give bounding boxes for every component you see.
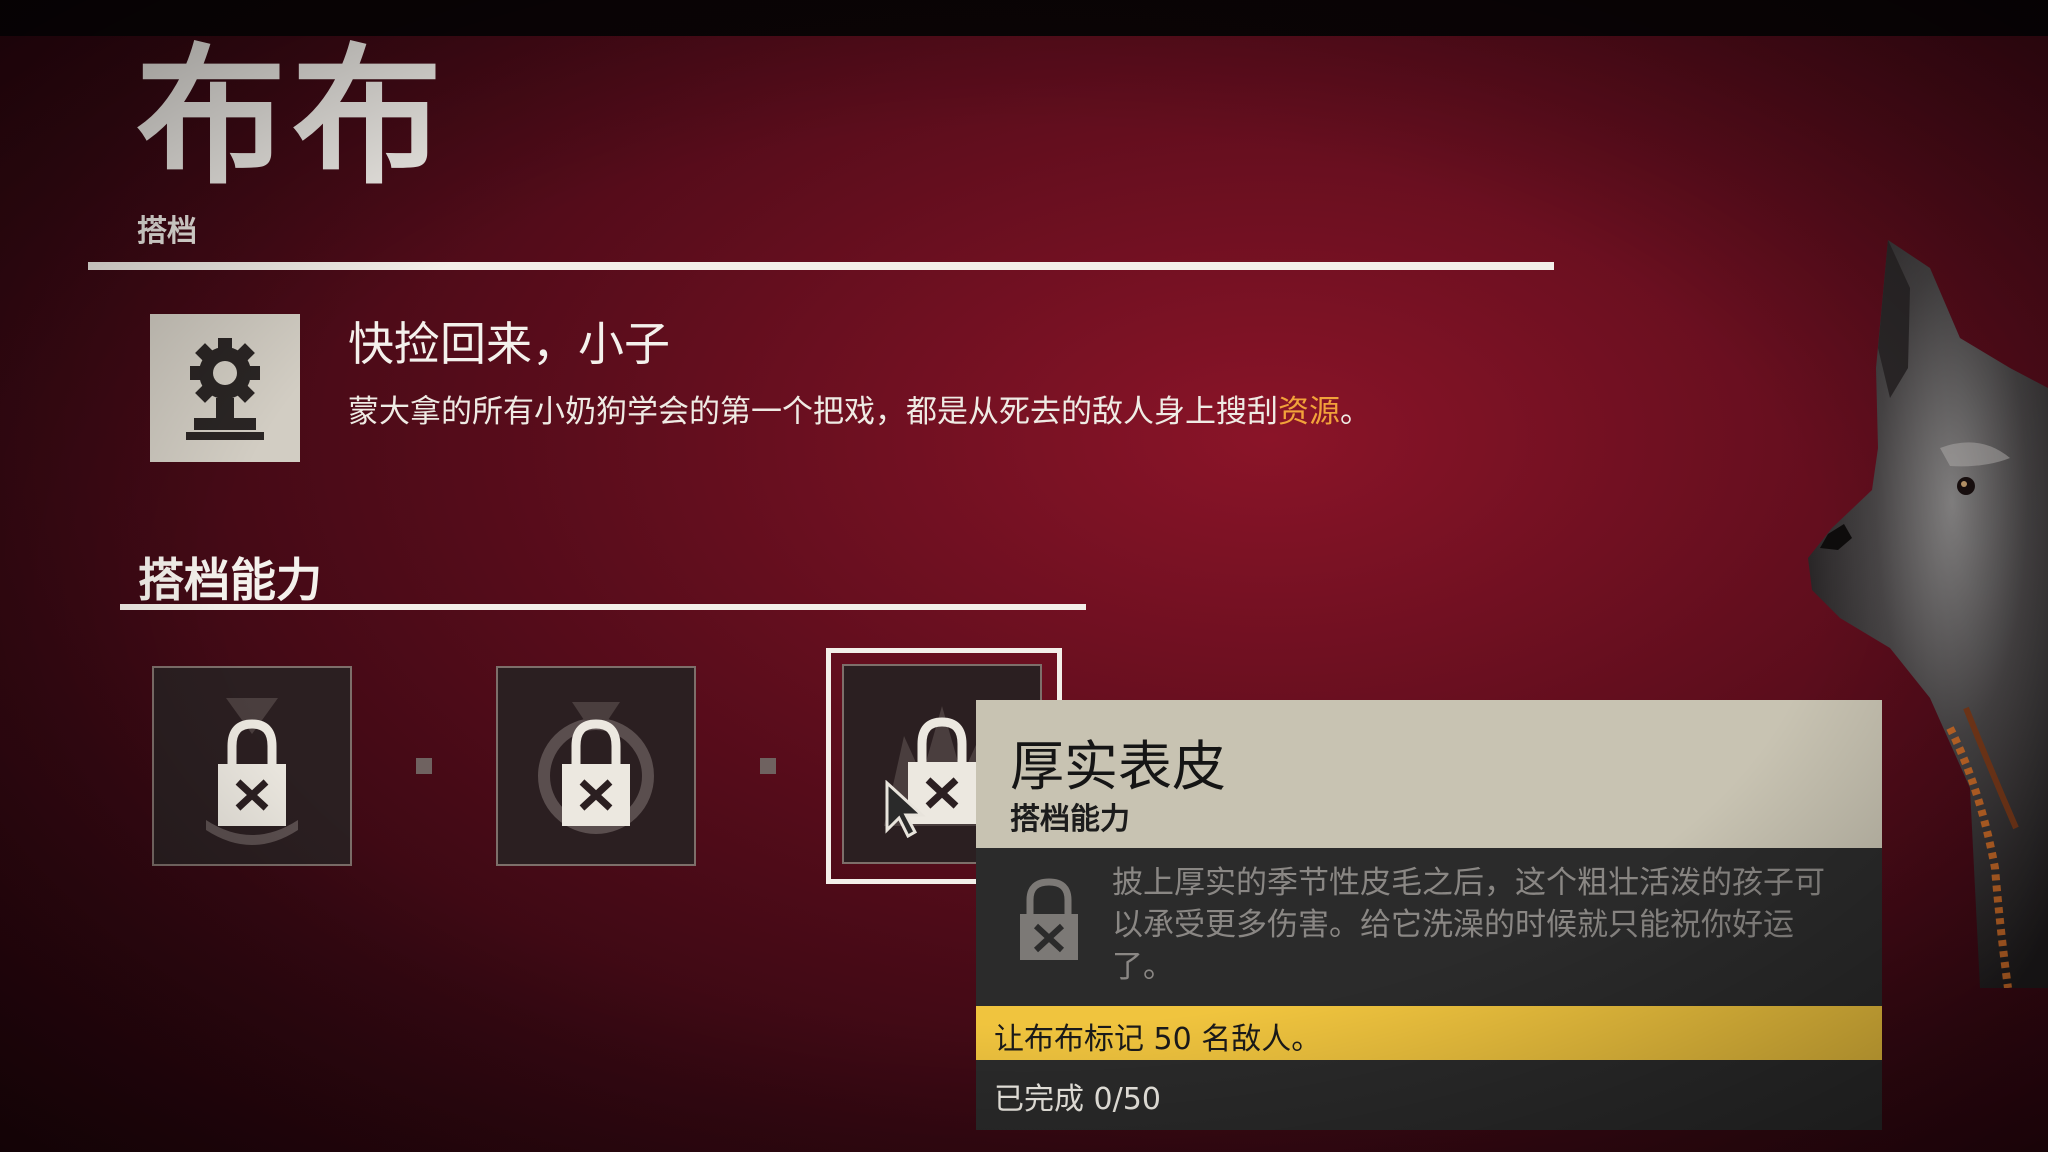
tooltip-requirement: 让布布标记 50 名敌人。 bbox=[976, 1006, 1882, 1060]
tooltip-ability-name: 厚实表皮 bbox=[1010, 735, 1226, 798]
resource-highlight: 资源 bbox=[1278, 394, 1340, 430]
ability-tooltip: 厚实表皮 搭档能力 披上厚实的季节性皮毛之后，这个粗壮活泼的孩子可以承受更多伤害… bbox=[976, 700, 1882, 1130]
tooltip-body: 披上厚实的季节性皮毛之后，这个粗壮活泼的孩子可以承受更多伤害。给它洗澡的时候就只… bbox=[976, 848, 1882, 1006]
header-divider bbox=[88, 262, 1554, 270]
gear-person-icon bbox=[150, 314, 300, 462]
ability-slot-1[interactable] bbox=[152, 666, 352, 866]
perk-title: 快捡回来，小子 bbox=[348, 317, 670, 371]
companion-category: 搭档 bbox=[137, 214, 197, 249]
perk-description: 蒙大拿的所有小奶狗学会的第一个把戏，都是从死去的敌人身上搜刮资源。 bbox=[348, 394, 1371, 430]
ability-slot-2[interactable] bbox=[496, 666, 696, 866]
tooltip-header: 厚实表皮 搭档能力 bbox=[976, 700, 1882, 848]
companion-name: 布布 bbox=[136, 31, 449, 205]
slot-connector-dot bbox=[416, 758, 432, 774]
mouse-cursor-icon bbox=[884, 779, 928, 844]
locked-ability-icon bbox=[562, 719, 630, 826]
tooltip-ability-type: 搭档能力 bbox=[1010, 802, 1130, 837]
slot-connector-dot bbox=[760, 758, 776, 774]
abilities-section-title: 搭档能力 bbox=[138, 553, 322, 607]
locked-ability-icon bbox=[218, 719, 286, 826]
tooltip-progress: 已完成 0/50 bbox=[976, 1060, 1882, 1130]
lock-x-icon bbox=[1014, 876, 1084, 966]
abilities-divider bbox=[120, 604, 1086, 610]
companion-dog-portrait bbox=[1780, 228, 2048, 992]
tooltip-description: 披上厚实的季节性皮毛之后，这个粗壮活泼的孩子可以承受更多伤害。给它洗澡的时候就只… bbox=[1112, 865, 1825, 985]
